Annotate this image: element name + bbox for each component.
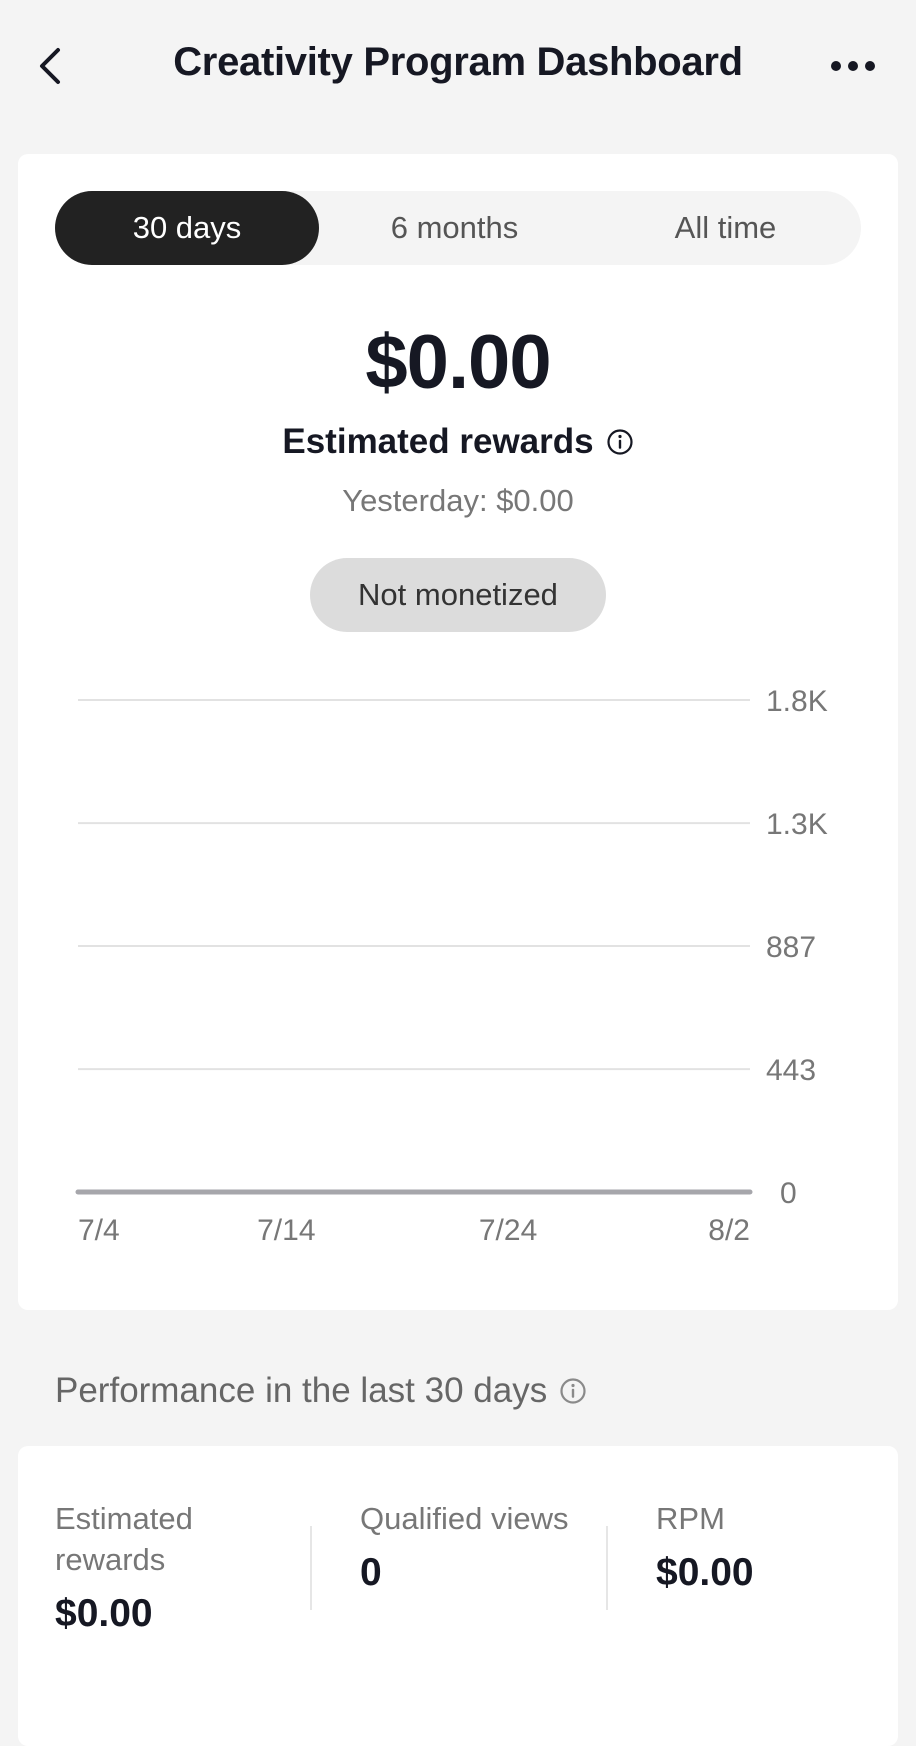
metric-divider: [310, 1526, 312, 1610]
metric-value: 0: [360, 1551, 382, 1594]
more-horizontal-icon[interactable]: [830, 52, 876, 80]
metric-estimated-rewards: Estimated rewards $0.00: [55, 1498, 295, 1636]
y-tick-label: 1.3K: [766, 808, 828, 841]
y-tick-label: 1.8K: [766, 685, 828, 718]
chevron-left-icon[interactable]: [36, 44, 64, 88]
rewards-card: 30 days 6 months All time $0.00 Estimate…: [18, 154, 898, 1310]
y-tick-label: 443: [766, 1054, 816, 1087]
x-tick-label: 8/2: [708, 1214, 750, 1247]
top-bar: Creativity Program Dashboard: [0, 0, 916, 135]
y-tick-label: 0: [780, 1177, 797, 1210]
performance-heading: Performance in the last 30 days: [55, 1371, 587, 1411]
performance-title: Performance in the last 30 days: [55, 1371, 548, 1410]
page-title: Creativity Program Dashboard: [173, 40, 743, 84]
rewards-chart: 1.8K 1.3K 887 443 0 7/4 7/14 7/24 8/2: [75, 685, 828, 1247]
x-tick-label: 7/24: [479, 1214, 537, 1247]
y-tick-label: 887: [766, 931, 816, 964]
x-tick-label: 7/4: [78, 1214, 120, 1247]
metric-label: Qualified views: [360, 1501, 569, 1536]
metric-label: Estimated rewards: [55, 1501, 193, 1577]
performance-card: Estimated rewards $0.00 Qualified views …: [18, 1446, 898, 1746]
metric-qualified-views: Qualified views 0: [360, 1498, 600, 1595]
metric-divider: [606, 1526, 608, 1610]
info-icon[interactable]: [559, 1377, 587, 1405]
metric-value: $0.00: [55, 1592, 153, 1635]
metric-rpm: RPM $0.00: [656, 1498, 896, 1595]
x-tick-label: 7/14: [257, 1214, 315, 1247]
metric-value: $0.00: [656, 1551, 754, 1594]
metric-label: RPM: [656, 1501, 725, 1536]
